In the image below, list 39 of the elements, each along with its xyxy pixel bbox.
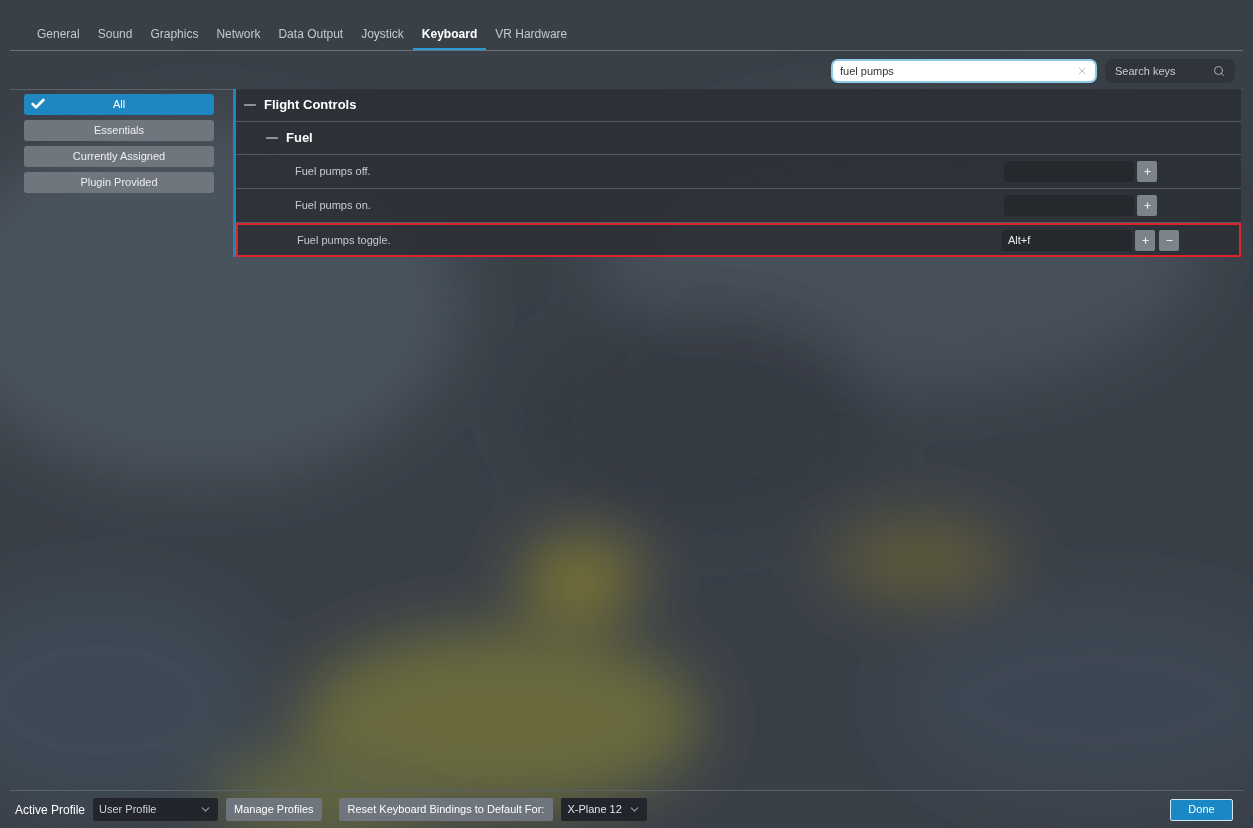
remove-binding-button[interactable]: [1159, 229, 1179, 251]
filter-button[interactable]: Plugin Provided: [24, 172, 214, 193]
command-label: Fuel pumps off.: [295, 164, 372, 180]
filter-button[interactable]: Currently Assigned: [24, 146, 214, 167]
command-label: Fuel pumps on.: [295, 198, 372, 214]
key-search-field[interactable]: Search keys: [1105, 59, 1235, 83]
reset-bindings-button[interactable]: Reset Keyboard Bindings to Default For:: [338, 798, 554, 821]
command-label: Fuel pumps toggle.: [297, 232, 392, 248]
profile-dropdown[interactable]: User Profile: [93, 798, 219, 821]
check-icon: [30, 96, 46, 112]
clear-icon[interactable]: [1076, 65, 1088, 77]
command-row[interactable]: Fuel pumps on.: [236, 189, 1241, 223]
plus-icon: [1140, 235, 1150, 245]
add-binding-button[interactable]: [1135, 229, 1155, 251]
subcategory-title: Fuel: [286, 129, 313, 148]
settings-tab[interactable]: Sound: [88, 25, 142, 50]
filter-button[interactable]: Essentials: [24, 120, 214, 141]
search-icon[interactable]: [1213, 65, 1225, 77]
settings-tab[interactable]: Graphics: [141, 25, 208, 50]
settings-tab[interactable]: Network: [207, 25, 270, 50]
manage-profiles-button[interactable]: Manage Profiles: [226, 798, 322, 821]
category-header[interactable]: Flight Controls: [236, 89, 1241, 122]
search-field[interactable]: fuel pumps: [831, 59, 1097, 83]
platform-dropdown[interactable]: X-Plane 12: [561, 798, 647, 821]
highlighted-command-row[interactable]: Fuel pumps toggle. Alt+f: [236, 223, 1241, 257]
plus-icon: [1142, 167, 1152, 176]
binding-field[interactable]: Alt+f: [1002, 229, 1132, 251]
command-row[interactable]: Fuel pumps off.: [236, 155, 1241, 189]
settings-tab[interactable]: Data Output: [269, 25, 353, 50]
settings-tab[interactable]: General: [28, 25, 89, 50]
filter-button[interactable]: All: [24, 94, 214, 115]
settings-tab[interactable]: Keyboard: [412, 25, 487, 50]
profile-label: Active Profile: [15, 801, 86, 819]
settings-tab[interactable]: Joystick: [352, 25, 413, 50]
settings-tab[interactable]: VR Hardware: [486, 25, 577, 50]
category-title: Flight Controls: [264, 96, 357, 115]
plus-icon: [1142, 201, 1152, 210]
done-button[interactable]: Done: [1170, 798, 1233, 821]
subcategory-header[interactable]: Fuel: [236, 122, 1241, 155]
